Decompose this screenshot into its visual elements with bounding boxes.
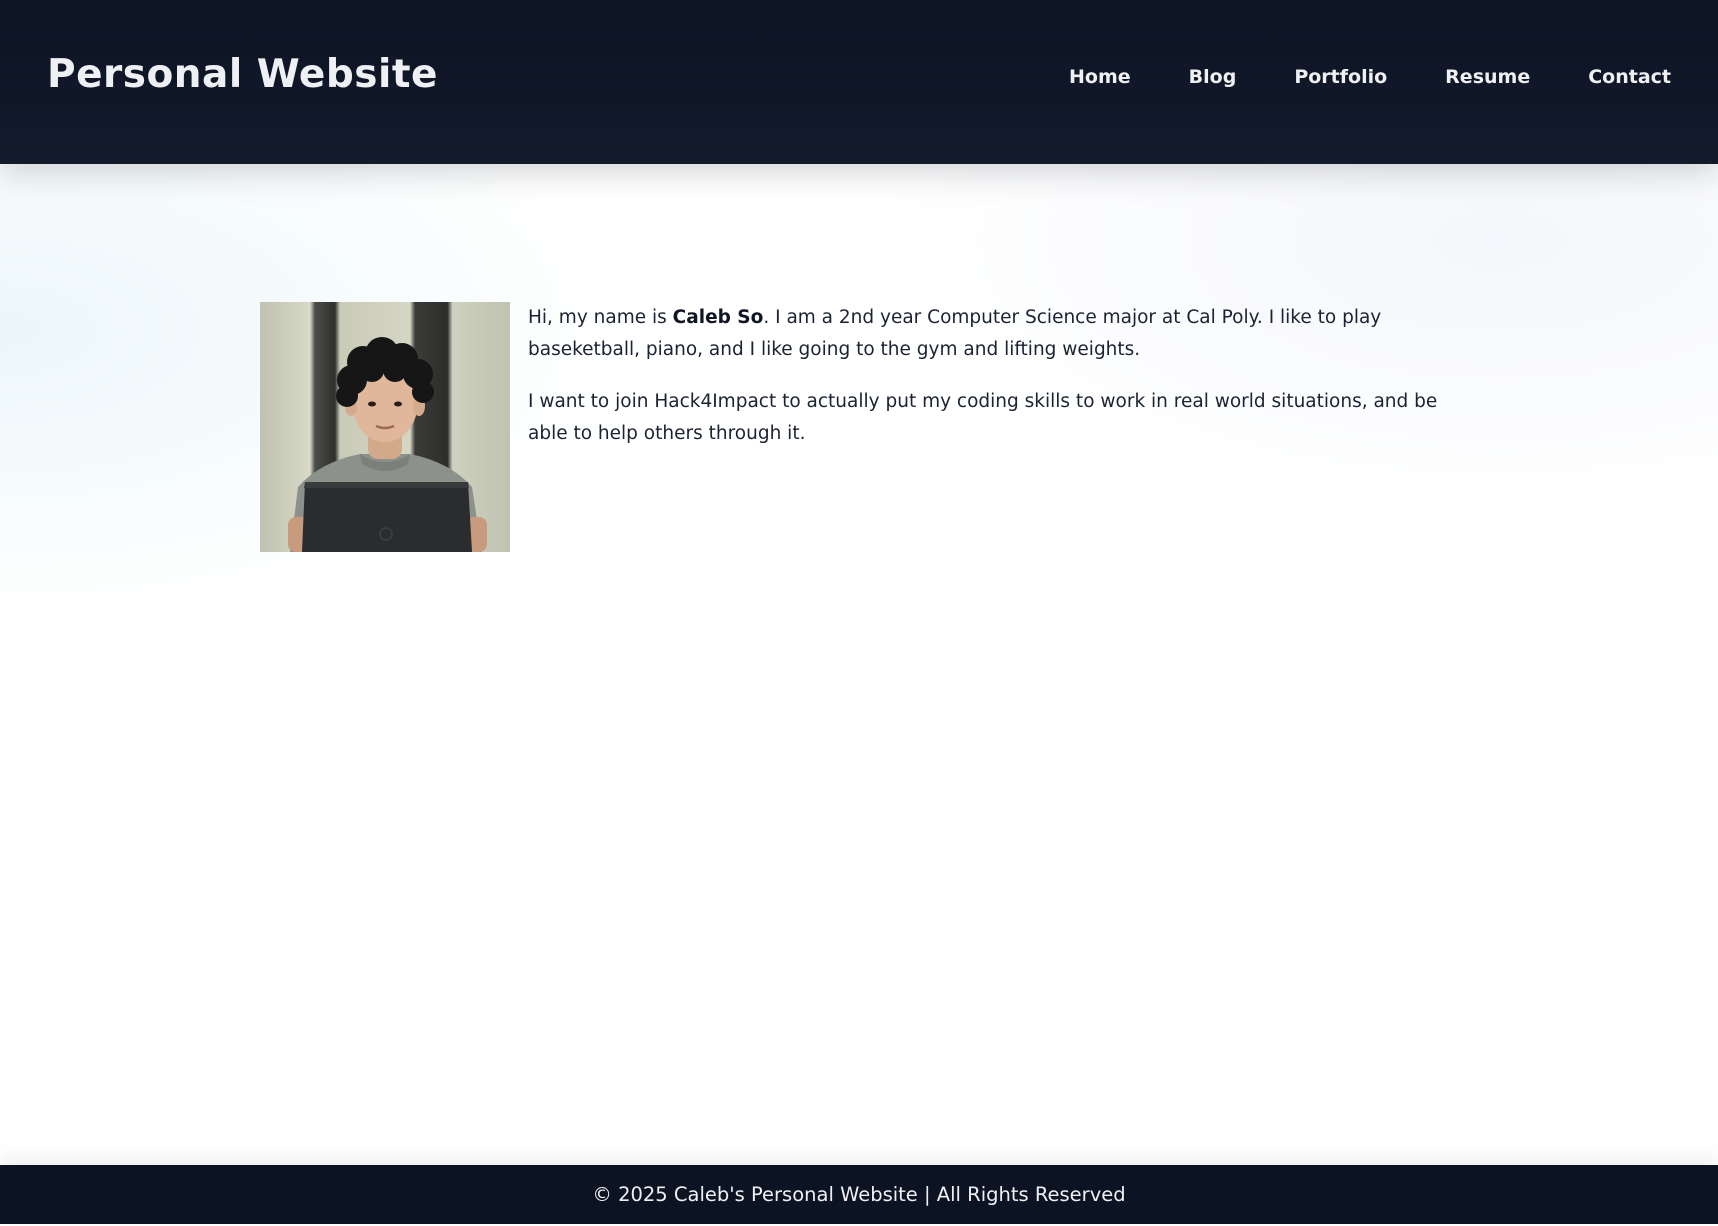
main-nav: Home Blog Portfolio Resume Contact	[1069, 66, 1671, 88]
about-section: Hi, my name is Caleb So. I am a 2nd year…	[260, 302, 1470, 552]
nav-blog-link[interactable]: Blog	[1189, 66, 1237, 88]
nav-resume-link[interactable]: Resume	[1445, 66, 1530, 88]
person-name: Caleb So	[672, 307, 764, 328]
page: Personal Website Home Blog Portfolio Res…	[0, 0, 1718, 1226]
site-header: Personal Website Home Blog Portfolio Res…	[0, 0, 1718, 164]
motivation-paragraph: I want to join Hack4Impact to actually p…	[528, 391, 1438, 444]
intro-prefix: Hi, my name is	[528, 307, 673, 328]
footer-copyright: © 2025 Caleb's Personal Website | All Ri…	[592, 1183, 1126, 1206]
profile-photo	[260, 302, 510, 552]
intro-paragraph: Hi, my name is Caleb So. I am a 2nd year…	[528, 302, 1470, 366]
site-footer: © 2025 Caleb's Personal Website | All Ri…	[0, 1165, 1718, 1224]
bio-text: Hi, my name is Caleb So. I am a 2nd year…	[528, 302, 1470, 470]
nav-contact-link[interactable]: Contact	[1588, 66, 1671, 88]
nav-home-link[interactable]: Home	[1069, 66, 1131, 88]
profile-photo-illustration	[288, 337, 487, 552]
site-title[interactable]: Personal Website	[47, 52, 438, 97]
nav-portfolio-link[interactable]: Portfolio	[1294, 66, 1387, 88]
